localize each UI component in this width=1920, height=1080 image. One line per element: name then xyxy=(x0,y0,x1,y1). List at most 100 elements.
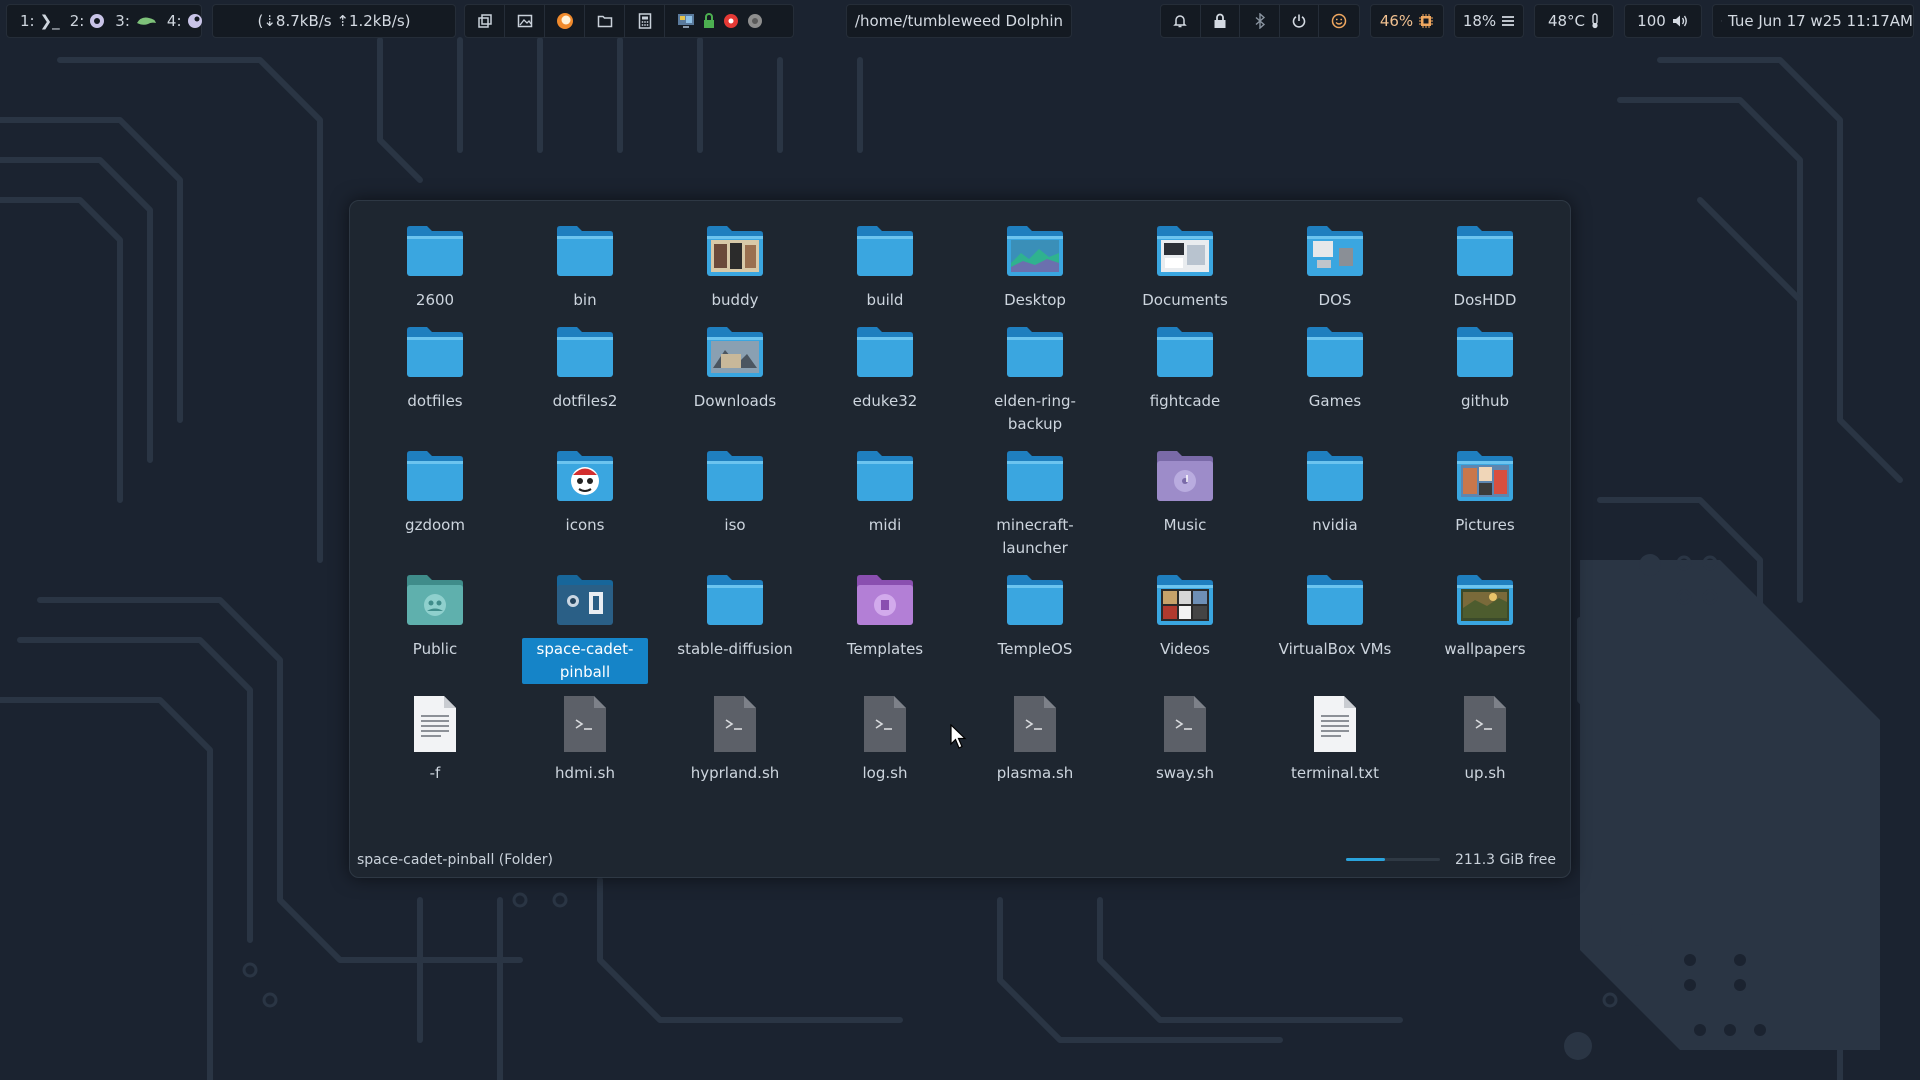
file-item-dotfiles2[interactable]: dotfiles2 xyxy=(510,320,660,413)
firefox-button[interactable] xyxy=(545,4,585,38)
file-item-pictures[interactable]: Pictures xyxy=(1410,444,1560,537)
battery-widget[interactable]: 46% xyxy=(1370,4,1444,38)
calculator-button[interactable] xyxy=(625,4,665,38)
item-icon-wrap xyxy=(853,568,917,632)
script-file-icon xyxy=(1014,696,1056,752)
file-item-videos[interactable]: Videos xyxy=(1110,568,1260,661)
file-item-virtualbox-vms[interactable]: VirtualBox VMs xyxy=(1260,568,1410,661)
text-file-icon xyxy=(414,696,456,752)
item-icon-wrap xyxy=(1453,219,1517,283)
status-bar: space-cadet-pinball (Folder) 211.3 GiB f… xyxy=(350,843,1572,877)
folder-icon xyxy=(557,327,613,377)
file-item-bin[interactable]: bin xyxy=(510,219,660,312)
monitor-app-icon[interactable] xyxy=(677,13,695,29)
script-file-icon xyxy=(1464,696,1506,752)
file-item-desktop[interactable]: Desktop xyxy=(960,219,1110,312)
file-item-dos[interactable]: DOS xyxy=(1260,219,1410,312)
workspace-4[interactable]: 4: xyxy=(162,12,208,30)
file-item-plasma-sh[interactable]: plasma.sh xyxy=(960,692,1110,785)
dolphin-window[interactable]: 2600 bin buddy build Desktop Documents D… xyxy=(349,200,1571,878)
window-title: /home/tumbleweed Dolphin xyxy=(854,12,1064,30)
clock-widget[interactable]: Tue Jun 17 w25 11:17AM xyxy=(1712,4,1914,38)
item-label: DosHDD xyxy=(1453,291,1517,309)
item-icon-wrap xyxy=(703,219,767,283)
file-item-icons[interactable]: icons xyxy=(510,444,660,537)
obs-icon[interactable] xyxy=(747,13,763,29)
file-item-buddy[interactable]: buddy xyxy=(660,219,810,312)
folder-icon xyxy=(1007,451,1063,501)
workspace-3[interactable]: 3: xyxy=(110,12,162,30)
file-item-2600[interactable]: 2600 xyxy=(360,219,510,312)
file-item-space-cadet-pinball[interactable]: space-cadet-pinball xyxy=(510,568,660,684)
notifications-button[interactable] xyxy=(1161,4,1201,38)
file-item-gzdoom[interactable]: gzdoom xyxy=(360,444,510,537)
file-item-games[interactable]: Games xyxy=(1260,320,1410,413)
clock-icon xyxy=(1721,20,1722,22)
file-item-dotfiles[interactable]: dotfiles xyxy=(360,320,510,413)
image-viewer-button[interactable] xyxy=(505,4,545,38)
cpu-chip-icon xyxy=(1419,14,1434,28)
file-item-fightcade[interactable]: fightcade xyxy=(1110,320,1260,413)
script-file-icon xyxy=(564,696,606,752)
workspace-1[interactable]: 1: ❯_ xyxy=(15,12,65,30)
file-item-public[interactable]: Public xyxy=(360,568,510,661)
file-item-f[interactable]: -f xyxy=(360,692,510,785)
record-icon[interactable] xyxy=(723,13,739,29)
item-label: hdmi.sh xyxy=(555,764,615,782)
file-item-doshdd[interactable]: DosHDD xyxy=(1410,219,1560,312)
file-item-wallpapers[interactable]: wallpapers xyxy=(1410,568,1560,661)
folder-icon xyxy=(1457,226,1513,276)
file-item-stable-diffusion[interactable]: stable-diffusion xyxy=(660,568,810,661)
script-file-icon xyxy=(1164,696,1206,752)
cpu-usage-widget[interactable]: 18% xyxy=(1454,4,1524,38)
file-item-elden-ring-backup[interactable]: elden-ring-backup xyxy=(960,320,1110,436)
file-item-nvidia[interactable]: nvidia xyxy=(1260,444,1410,537)
file-item-build[interactable]: build xyxy=(810,219,960,312)
item-label: sway.sh xyxy=(1155,764,1215,782)
file-item-iso[interactable]: iso xyxy=(660,444,810,537)
terminal-icon: ❯_ xyxy=(39,12,60,30)
window-switcher-button[interactable] xyxy=(465,4,505,38)
item-icon-wrap xyxy=(553,219,617,283)
item-label: TempleOS xyxy=(997,640,1073,658)
pictures-folder-icon xyxy=(1457,451,1513,501)
file-item-midi[interactable]: midi xyxy=(810,444,960,537)
temperature-widget[interactable]: 48°C xyxy=(1534,4,1614,38)
file-manager-button[interactable] xyxy=(585,4,625,38)
item-label: up.sh xyxy=(1464,764,1506,782)
file-item-up-sh[interactable]: up.sh xyxy=(1410,692,1560,785)
file-item-minecraft-launcher[interactable]: minecraft-launcher xyxy=(960,444,1110,560)
folder-icon xyxy=(557,226,613,276)
power-button[interactable] xyxy=(1280,4,1320,38)
file-item-eduke32[interactable]: eduke32 xyxy=(810,320,960,413)
file-item-downloads[interactable]: Downloads xyxy=(660,320,810,413)
system-tray xyxy=(1160,4,1360,38)
lock-screen-button[interactable] xyxy=(1201,4,1241,38)
bluetooth-button[interactable] xyxy=(1240,4,1280,38)
item-label: github xyxy=(1460,392,1510,410)
item-icon-wrap xyxy=(1303,444,1367,508)
file-item-templeos[interactable]: TempleOS xyxy=(960,568,1110,661)
file-item-hdmi-sh[interactable]: hdmi.sh xyxy=(510,692,660,785)
emoji-button[interactable] xyxy=(1319,4,1359,38)
file-item-log-sh[interactable]: log.sh xyxy=(810,692,960,785)
item-icon-wrap xyxy=(553,444,617,508)
folder-icon xyxy=(857,451,913,501)
volume-widget[interactable]: 100 xyxy=(1624,4,1702,38)
file-item-github[interactable]: github xyxy=(1410,320,1560,413)
file-item-documents[interactable]: Documents xyxy=(1110,219,1260,312)
workspace-2[interactable]: 2: xyxy=(65,12,111,30)
file-item-terminal-txt[interactable]: terminal.txt xyxy=(1260,692,1410,785)
folder-icon xyxy=(857,226,913,276)
item-icon-wrap xyxy=(1453,568,1517,632)
item-icon-wrap xyxy=(853,219,917,283)
lock-app-icon[interactable] xyxy=(703,13,715,29)
item-label: iso xyxy=(724,516,746,534)
file-item-sway-sh[interactable]: sway.sh xyxy=(1110,692,1260,785)
network-speed: (⇣8.7kB/s ⇡1.2kB/s) xyxy=(257,12,411,30)
bluetooth-icon xyxy=(1255,13,1265,29)
file-item-templates[interactable]: Templates xyxy=(810,568,960,661)
file-item-music[interactable]: Music xyxy=(1110,444,1260,537)
folder-thumbnail-icon xyxy=(1307,226,1363,276)
file-item-hyprland-sh[interactable]: hyprland.sh xyxy=(660,692,810,785)
